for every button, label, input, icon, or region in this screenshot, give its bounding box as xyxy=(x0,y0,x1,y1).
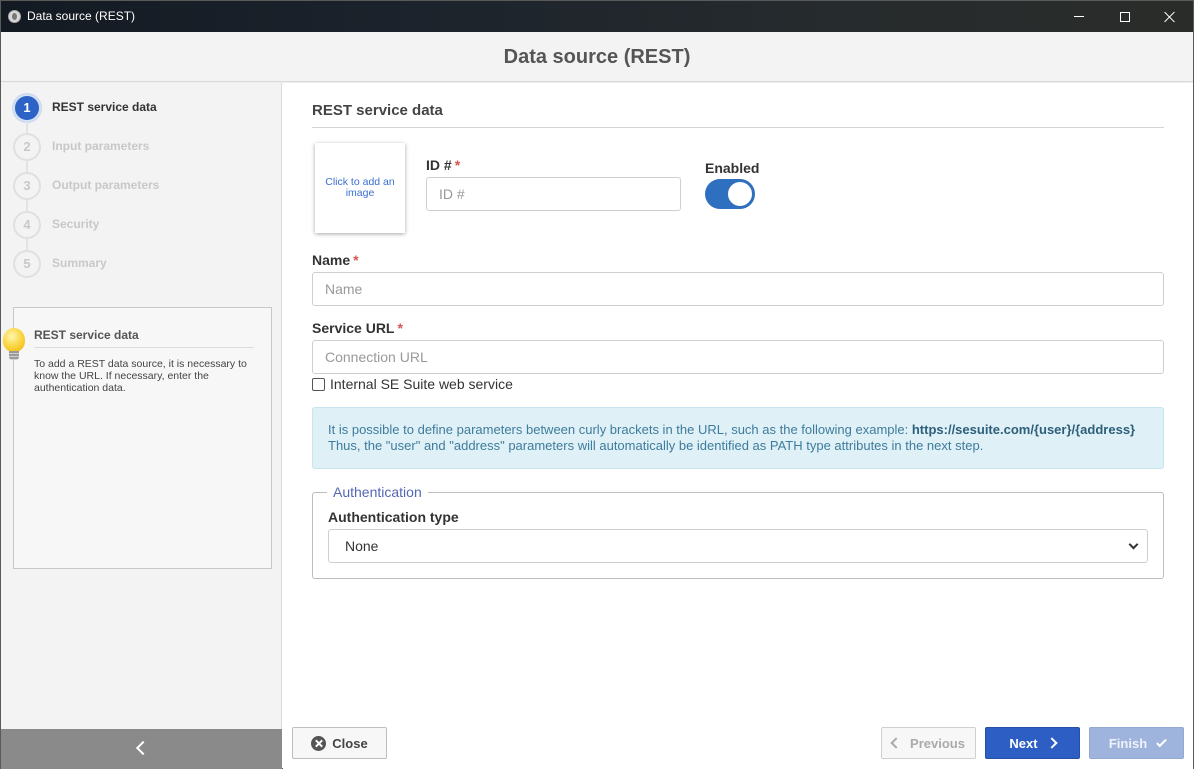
step-number: 4 xyxy=(13,211,41,239)
internal-service-row: Internal SE Suite web service xyxy=(312,376,513,392)
chevron-down-icon xyxy=(1128,539,1139,550)
finish-button[interactable]: Finish xyxy=(1089,727,1184,759)
section-divider xyxy=(312,127,1164,128)
step-connector xyxy=(26,239,28,250)
service-url-label-text: Service URL xyxy=(312,320,395,336)
name-label: Name * xyxy=(312,252,359,268)
id-label-text: ID # xyxy=(426,157,452,173)
authentication-type-select[interactable]: None xyxy=(328,529,1148,563)
info-text: It is possible to define parameters betw… xyxy=(328,422,912,437)
help-title: REST service data xyxy=(34,328,139,342)
required-marker: * xyxy=(397,320,403,336)
dialog-header: Data source (REST) xyxy=(1,32,1193,82)
step-connector xyxy=(26,122,28,133)
step-label: Security xyxy=(52,217,100,231)
previous-button[interactable]: Previous xyxy=(881,727,976,759)
authentication-type-value: None xyxy=(345,538,379,554)
finish-button-label: Finish xyxy=(1108,735,1148,751)
authentication-type-label: Authentication type xyxy=(328,509,459,525)
authentication-fieldset: Authentication Authentication type None xyxy=(312,484,1164,579)
help-text: To add a REST data source, it is necessa… xyxy=(34,358,247,394)
help-divider xyxy=(34,347,254,348)
name-input[interactable] xyxy=(312,272,1164,306)
maximize-icon xyxy=(1120,11,1130,22)
step-number: 1 xyxy=(13,94,41,122)
id-label: ID # * xyxy=(426,157,460,173)
id-input[interactable] xyxy=(426,177,681,211)
step-label: Summary xyxy=(52,256,107,270)
close-button-label: Close xyxy=(332,735,368,751)
minimize-icon xyxy=(1074,16,1084,17)
step-label: Output parameters xyxy=(52,178,160,192)
collapse-sidebar-button[interactable] xyxy=(1,729,282,769)
chevron-left-icon xyxy=(890,737,902,749)
close-icon xyxy=(1164,11,1176,23)
close-circle-icon xyxy=(311,735,327,751)
service-url-input[interactable] xyxy=(312,340,1164,374)
next-button-label: Next xyxy=(1009,735,1038,751)
checkmark-icon xyxy=(1156,736,1167,747)
toggle-knob xyxy=(728,182,752,206)
step-number: 3 xyxy=(13,172,41,200)
step-connector xyxy=(26,161,28,172)
previous-button-label: Previous xyxy=(910,735,965,751)
minimize-button[interactable] xyxy=(1056,1,1102,32)
add-image-label: Click to add an image xyxy=(325,176,395,199)
enabled-label: Enabled xyxy=(705,160,760,176)
info-example-url: https://sesuite.com/{user}/{address} xyxy=(911,422,1136,437)
step-connector xyxy=(26,200,28,211)
chevron-left-icon xyxy=(135,740,151,756)
chevron-right-icon xyxy=(1045,737,1058,749)
enabled-toggle[interactable] xyxy=(705,179,755,209)
help-panel: REST service data To add a REST data sou… xyxy=(3,307,272,569)
close-button[interactable]: Close xyxy=(292,727,387,759)
lightbulb-icon xyxy=(3,328,25,368)
dialog-window: Data source (REST) Data source (REST) 1 … xyxy=(0,0,1194,769)
required-marker: * xyxy=(454,157,461,173)
info-alert: It is possible to define parameters betw… xyxy=(312,407,1164,469)
page-title: Data source (REST) xyxy=(503,46,691,68)
step-number: 2 xyxy=(13,133,41,161)
wizard-sidebar: 1 REST service data 2 Input parameters 3… xyxy=(1,83,282,769)
info-line-1: It is possible to define parameters betw… xyxy=(328,422,1148,438)
name-label-text: Name xyxy=(312,252,351,268)
authentication-legend: Authentication xyxy=(327,484,428,500)
info-line-2: Thus, the "user" and "address" parameter… xyxy=(328,438,984,453)
main-panel: REST service data Click to add an image … xyxy=(283,83,1193,769)
window-title: Data source (REST) xyxy=(27,9,136,23)
service-url-label: Service URL * xyxy=(312,320,403,336)
step-label: REST service data xyxy=(52,100,157,114)
add-image-button[interactable]: Click to add an image xyxy=(315,143,405,233)
step-number: 5 xyxy=(13,250,41,278)
maximize-button[interactable] xyxy=(1102,1,1148,32)
app-globe-icon xyxy=(8,10,21,23)
title-bar: Data source (REST) xyxy=(1,1,1193,32)
internal-service-checkbox[interactable] xyxy=(312,377,325,391)
internal-service-label[interactable]: Internal SE Suite web service xyxy=(330,376,513,392)
required-marker: * xyxy=(353,252,359,268)
section-title: REST service data xyxy=(312,102,443,119)
step-label: Input parameters xyxy=(52,139,150,153)
next-button[interactable]: Next xyxy=(985,727,1080,759)
window-close-button[interactable] xyxy=(1147,1,1193,32)
